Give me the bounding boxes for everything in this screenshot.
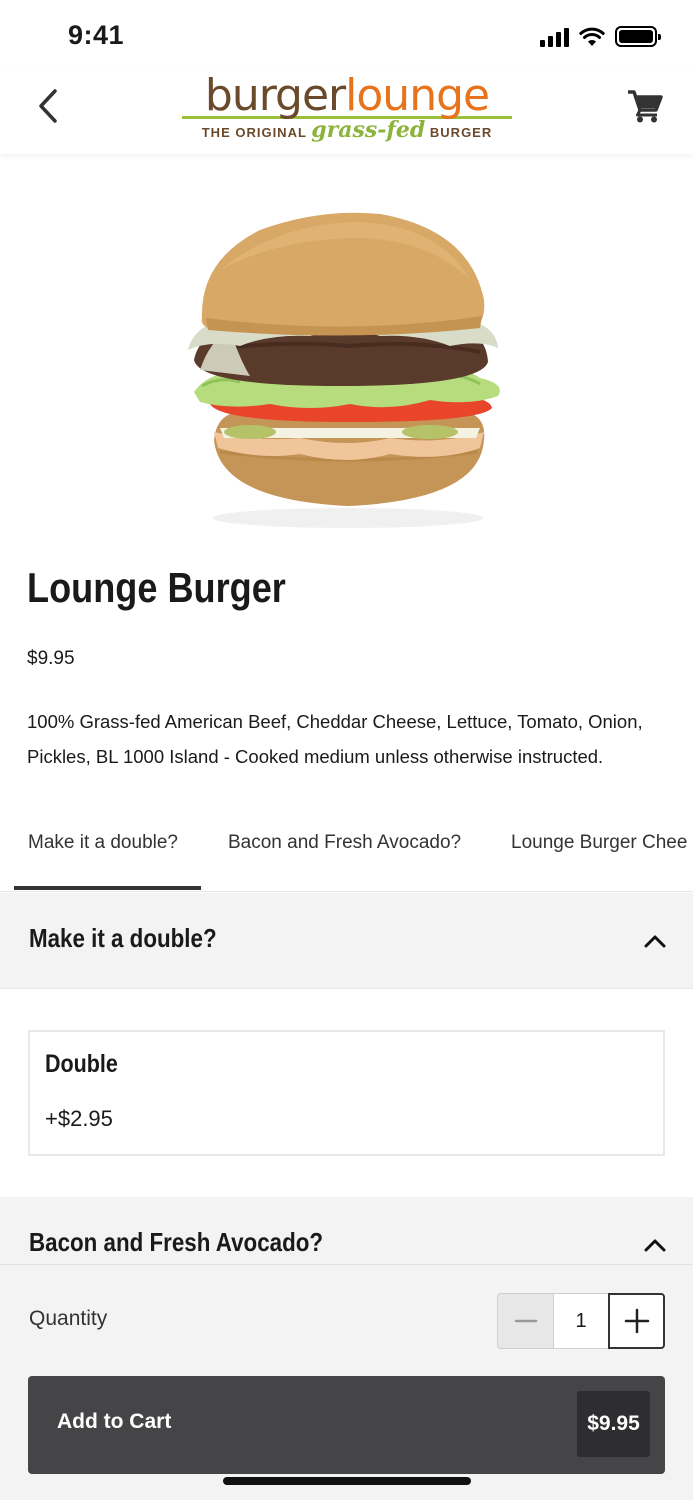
back-button[interactable]	[28, 84, 68, 128]
option-name: Double	[45, 1050, 118, 1078]
tab-bacon-and-avocado[interactable]: Bacon and Fresh Avocado?	[228, 832, 461, 854]
add-to-cart-button[interactable]: Add to Cart $9.95	[28, 1376, 665, 1474]
cart-footer: Quantity 1 Add to Cart $9.95	[0, 1264, 693, 1500]
wifi-icon	[579, 27, 605, 46]
product-description: 100% Grass-fed American Beef, Cheddar Ch…	[27, 711, 643, 767]
plus-icon	[624, 1308, 649, 1334]
status-icons	[540, 26, 661, 47]
battery-icon	[615, 26, 661, 47]
add-to-cart-price: $9.95	[577, 1391, 650, 1457]
section-header-double[interactable]: Make it a double?	[0, 893, 693, 989]
modifier-tabs: Make it a double? Bacon and Fresh Avocad…	[0, 818, 693, 892]
status-time: 9:41	[68, 20, 125, 50]
status-bar: 9:41	[0, 0, 693, 70]
quantity-decrement-button[interactable]	[497, 1293, 554, 1349]
cart-button[interactable]	[625, 84, 665, 128]
quantity-increment-button[interactable]	[608, 1293, 665, 1349]
cellular-signal-icon	[540, 27, 569, 47]
tab-make-it-a-double[interactable]: Make it a double?	[28, 832, 178, 854]
logo-sub-suffix: BURGER	[429, 125, 493, 140]
chevron-left-icon	[39, 89, 57, 123]
logo-sub-highlight: grass-fed	[311, 117, 426, 143]
add-to-cart-label: Add to Cart	[57, 1410, 172, 1433]
minus-icon	[514, 1319, 537, 1323]
cart-icon	[628, 90, 663, 123]
logo-sub-prefix: THE ORIGINAL	[201, 125, 307, 140]
section-title: Bacon and Fresh Avocado?	[29, 1227, 324, 1257]
tab-active-indicator	[14, 886, 201, 890]
quantity-stepper: 1	[497, 1293, 665, 1349]
logo-word-burger: burger	[204, 70, 346, 121]
product-price: $9.95	[27, 648, 75, 669]
chevron-up-icon	[644, 1239, 666, 1252]
home-indicator	[223, 1477, 471, 1485]
section-title: Make it a double?	[29, 923, 217, 953]
quantity-label: Quantity	[29, 1307, 108, 1330]
tab-lounge-burger-cheese[interactable]: Lounge Burger Chee	[511, 832, 687, 854]
quantity-value[interactable]: 1	[554, 1293, 608, 1349]
product-image	[188, 212, 500, 528]
logo-word-lounge: lounge	[345, 70, 490, 121]
header: burgerlounge THE ORIGINAL grass-fed BURG…	[0, 70, 693, 154]
brand-logo: burgerlounge THE ORIGINAL grass-fed BURG…	[180, 72, 514, 144]
option-price: +$2.95	[45, 1106, 113, 1131]
chevron-up-icon	[644, 935, 666, 948]
product-title: Lounge Burger	[27, 564, 286, 611]
option-double[interactable]: Double +$2.95	[28, 1030, 665, 1156]
